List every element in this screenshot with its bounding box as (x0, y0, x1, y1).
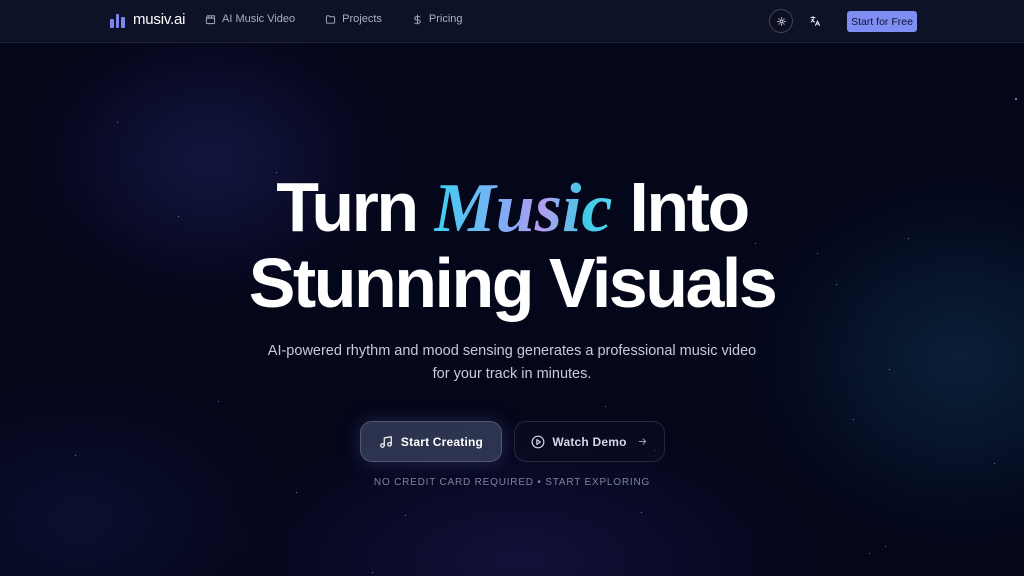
star (372, 572, 373, 573)
main-nav: AI Music Video Projects Pricing (205, 13, 463, 25)
logo-bars-icon (110, 12, 126, 28)
sun-icon (776, 16, 786, 26)
top-navbar: musiv.ai AI Music Video Projects Pricing (0, 0, 1024, 43)
star (605, 406, 606, 407)
play-circle-icon (531, 435, 545, 448)
language-button[interactable] (806, 12, 824, 30)
star (869, 553, 870, 554)
hero-subtitle: AI-powered rhythm and mood sensing gener… (267, 343, 757, 382)
clapperboard-icon (205, 14, 216, 24)
start-for-free-button[interactable]: Start for Free (847, 11, 917, 32)
star (1015, 98, 1017, 100)
logo-text: musiv.ai (133, 11, 186, 28)
nav-item-projects[interactable]: Projects (325, 13, 382, 25)
folder-icon (326, 14, 336, 24)
nav-item-ai-music-video[interactable]: AI Music Video (205, 13, 295, 25)
start-creating-button[interactable]: Start Creating (360, 421, 502, 462)
watch-demo-label: Watch Demo (552, 434, 627, 449)
star (641, 512, 642, 513)
star (296, 492, 297, 493)
star (885, 546, 886, 547)
star (889, 369, 890, 370)
nav-label: AI Music Video (222, 13, 296, 25)
watch-demo-button[interactable]: Watch Demo (514, 421, 665, 462)
hero-title-accent: Music (433, 170, 613, 247)
star (117, 122, 118, 123)
logo[interactable]: musiv.ai (110, 11, 186, 28)
hero-title-line2: Stunning Visuals (248, 244, 778, 322)
star (405, 515, 406, 516)
hero-title: Turn Music Into Stunning Visuals (0, 170, 1024, 320)
translate-icon (810, 16, 820, 26)
star (75, 455, 76, 456)
star (218, 401, 219, 402)
hero-title-pre: Turn (276, 168, 434, 246)
dollar-icon (414, 13, 421, 25)
music-note-icon (380, 435, 392, 448)
hero-title-post: Into (612, 168, 750, 246)
hero-title-line1: Turn Music Into (0, 170, 1024, 246)
star (853, 419, 854, 420)
arrow-right-icon (638, 438, 646, 445)
star (994, 463, 995, 464)
nav-label: Pricing (428, 13, 463, 25)
footnote: NO CREDIT CARD REQUIRED • START EXPLORIN… (373, 477, 651, 488)
theme-toggle-button[interactable] (769, 9, 793, 33)
nav-item-pricing[interactable]: Pricing (412, 13, 463, 25)
start-creating-label: Start Creating (400, 434, 484, 449)
nav-label: Projects (342, 13, 382, 25)
